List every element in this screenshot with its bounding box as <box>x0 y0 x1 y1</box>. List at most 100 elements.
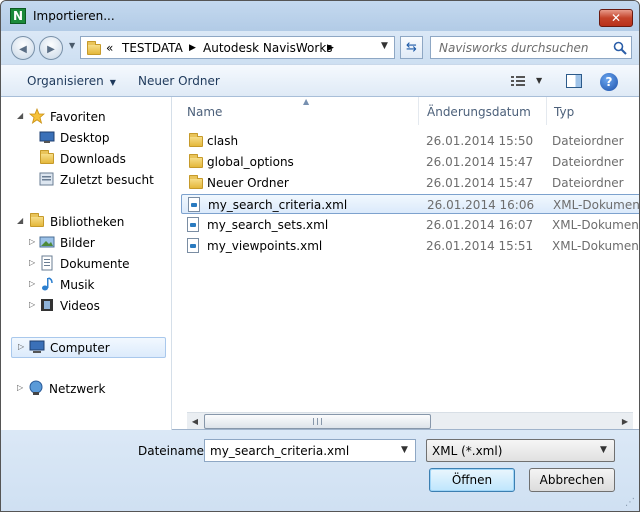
forward-button[interactable]: ▶ <box>39 36 63 60</box>
sidebar-item-favorites[interactable]: ◢ Favoriten <box>11 107 161 127</box>
scroll-left-icon[interactable]: ◀ <box>187 413 203 430</box>
sidebar-item-label: Bilder <box>60 236 95 250</box>
file-date: 26.01.2014 15:47 <box>426 176 534 190</box>
resize-grip-icon[interactable]: ⋰ <box>625 497 635 508</box>
sidebar-item-label: Bibliotheken <box>50 215 125 229</box>
sidebar-item-videos[interactable]: ▷ Videos <box>11 296 161 316</box>
sidebar-item-label: Favoriten <box>50 110 106 124</box>
scrollbar-grip <box>313 418 322 425</box>
chevron-down-icon: ▼ <box>109 78 116 87</box>
file-row[interactable]: global_options 26.01.2014 15:47 Dateiordne… <box>181 152 639 172</box>
sidebar-item-recent[interactable]: Zuletzt besucht <box>11 170 161 190</box>
file-type: Dateiordner <box>552 155 624 169</box>
breadcrumb-separator-icon[interactable]: ▶ <box>189 43 196 53</box>
expand-icon[interactable]: ▷ <box>29 237 35 246</box>
collapse-icon[interactable]: ◢ <box>17 111 23 120</box>
sidebar-item-label: Downloads <box>60 152 126 166</box>
help-icon[interactable]: ? <box>600 73 618 91</box>
sidebar-item-network[interactable]: ▷ Netzwerk <box>11 379 161 399</box>
filename-combobox[interactable]: ▼ <box>204 439 416 462</box>
search-input[interactable] <box>435 40 607 56</box>
file-row[interactable]: clash 26.01.2014 15:50 Dateiordner <box>181 131 639 151</box>
organize-button[interactable]: Organisieren ▼ <box>27 74 116 88</box>
file-row[interactable]: my_search_sets.xml 26.01.2014 16:07 XML-Do… <box>181 215 640 235</box>
network-icon <box>29 380 43 395</box>
file-name: my_search_criteria.xml <box>208 198 348 212</box>
filetype-select[interactable]: XML (*.xml) ▼ <box>426 439 615 462</box>
desktop-icon <box>39 131 55 143</box>
file-type: XML-Dokument <box>552 218 640 232</box>
sidebar-item-computer[interactable]: ▷ Computer <box>11 337 166 358</box>
sidebar-item-pictures[interactable]: ▷ Bilder <box>11 233 161 253</box>
search-box[interactable] <box>430 36 632 59</box>
filetype-value: XML (*.xml) <box>432 444 503 458</box>
sidebar-item-music[interactable]: ▷ Musik <box>11 275 161 295</box>
file-date: 26.01.2014 15:50 <box>426 134 534 148</box>
expand-icon[interactable]: ▷ <box>17 383 23 392</box>
expand-icon[interactable]: ▷ <box>29 279 35 288</box>
libraries-icon <box>30 213 44 227</box>
back-button[interactable]: ◀ <box>11 36 35 60</box>
breadcrumb-testdata[interactable]: TESTDATA <box>122 41 183 55</box>
navigation-bar: ◀ ▶ ▼ « TESTDATA ▶ Autodesk NavisWorks ▶… <box>1 31 639 64</box>
new-folder-button[interactable]: Neuer Ordner <box>138 74 220 88</box>
folder-icon <box>189 154 203 168</box>
command-toolbar: Organisieren ▼ Neuer Ordner ▼ ? <box>1 64 639 97</box>
file-name: my_viewpoints.xml <box>207 239 323 253</box>
file-type: Dateiordner <box>552 134 624 148</box>
filename-label: Dateiname: <box>138 444 209 458</box>
sidebar-item-downloads[interactable]: Downloads <box>11 149 161 169</box>
refresh-button[interactable]: ⇆ <box>400 36 423 59</box>
music-note-icon <box>42 277 53 291</box>
star-icon <box>29 108 45 124</box>
sidebar-item-documents[interactable]: ▷ Dokumente <box>11 254 161 274</box>
pictures-icon <box>39 236 55 248</box>
column-header-date[interactable]: Änderungsdatum <box>420 97 547 125</box>
column-header-name[interactable]: Name ▲ <box>181 97 419 125</box>
sidebar-item-label: Computer <box>50 341 110 355</box>
horizontal-scrollbar[interactable]: ◀ ▶ <box>187 412 633 429</box>
view-options-dropdown-icon[interactable]: ▼ <box>536 76 542 85</box>
sidebar-item-label: Musik <box>60 278 95 292</box>
filename-input[interactable] <box>206 442 392 459</box>
collapse-icon[interactable]: ◢ <box>17 216 23 225</box>
search-icon[interactable] <box>613 41 627 55</box>
refresh-icon: ⇆ <box>406 40 417 55</box>
column-header-type[interactable]: Typ <box>548 97 639 125</box>
scrollbar-thumb[interactable] <box>204 414 431 429</box>
breadcrumb-separator-icon[interactable]: ▶ <box>327 43 334 53</box>
navigation-pane: ◢ Favoriten Desktop Downloads Zuletzt be… <box>1 97 172 430</box>
preview-pane-icon[interactable] <box>566 74 582 88</box>
file-type: Dateiordner <box>552 176 624 190</box>
import-dialog: N Importieren... ✕ ◀ ▶ ▼ « TESTDATA ▶ Au… <box>0 0 640 512</box>
sidebar-item-desktop[interactable]: Desktop <box>11 128 161 148</box>
chevron-down-icon[interactable]: ▼ <box>401 445 408 455</box>
change-view-icon[interactable] <box>511 75 525 87</box>
sidebar-item-label: Dokumente <box>60 257 130 271</box>
file-row[interactable]: my_search_criteria.xml 26.01.2014 16:06 XM… <box>181 194 640 214</box>
expand-icon[interactable]: ▷ <box>18 342 24 351</box>
scroll-right-icon[interactable]: ▶ <box>617 413 633 430</box>
breadcrumb-overflow[interactable]: « <box>106 41 113 55</box>
computer-icon <box>29 340 45 353</box>
file-list-pane: Name ▲ Änderungsdatum Typ clash 26.01.201… <box>173 97 640 430</box>
expand-icon[interactable]: ▷ <box>29 300 35 309</box>
file-name: clash <box>207 134 239 148</box>
sidebar-item-libraries[interactable]: ◢ Bibliotheken <box>11 212 161 232</box>
address-dropdown-icon[interactable]: ▼ <box>381 41 388 51</box>
organize-label: Organisieren <box>27 74 104 88</box>
open-button[interactable]: Öffnen <box>429 468 515 492</box>
close-button[interactable]: ✕ <box>599 9 633 27</box>
file-type: XML-Dokument <box>553 198 640 212</box>
file-row[interactable]: Neuer Ordner 26.01.2014 15:47 Dateiordner <box>181 173 639 193</box>
file-name: global_options <box>207 155 294 169</box>
file-date: 26.01.2014 16:06 <box>427 198 535 212</box>
xml-file-icon <box>187 238 199 253</box>
cancel-button[interactable]: Abbrechen <box>529 468 615 492</box>
title-bar: N Importieren... ✕ <box>1 1 639 31</box>
address-bar[interactable]: « TESTDATA ▶ Autodesk NavisWorks ▶ ▼ <box>80 36 395 59</box>
file-row[interactable]: my_viewpoints.xml 26.01.2014 15:51 XML-Dok… <box>181 236 639 256</box>
breadcrumb-autodesk-navisworks[interactable]: Autodesk NavisWorks <box>203 41 333 55</box>
recent-locations-dropdown[interactable]: ▼ <box>69 41 75 50</box>
expand-icon[interactable]: ▷ <box>29 258 35 267</box>
